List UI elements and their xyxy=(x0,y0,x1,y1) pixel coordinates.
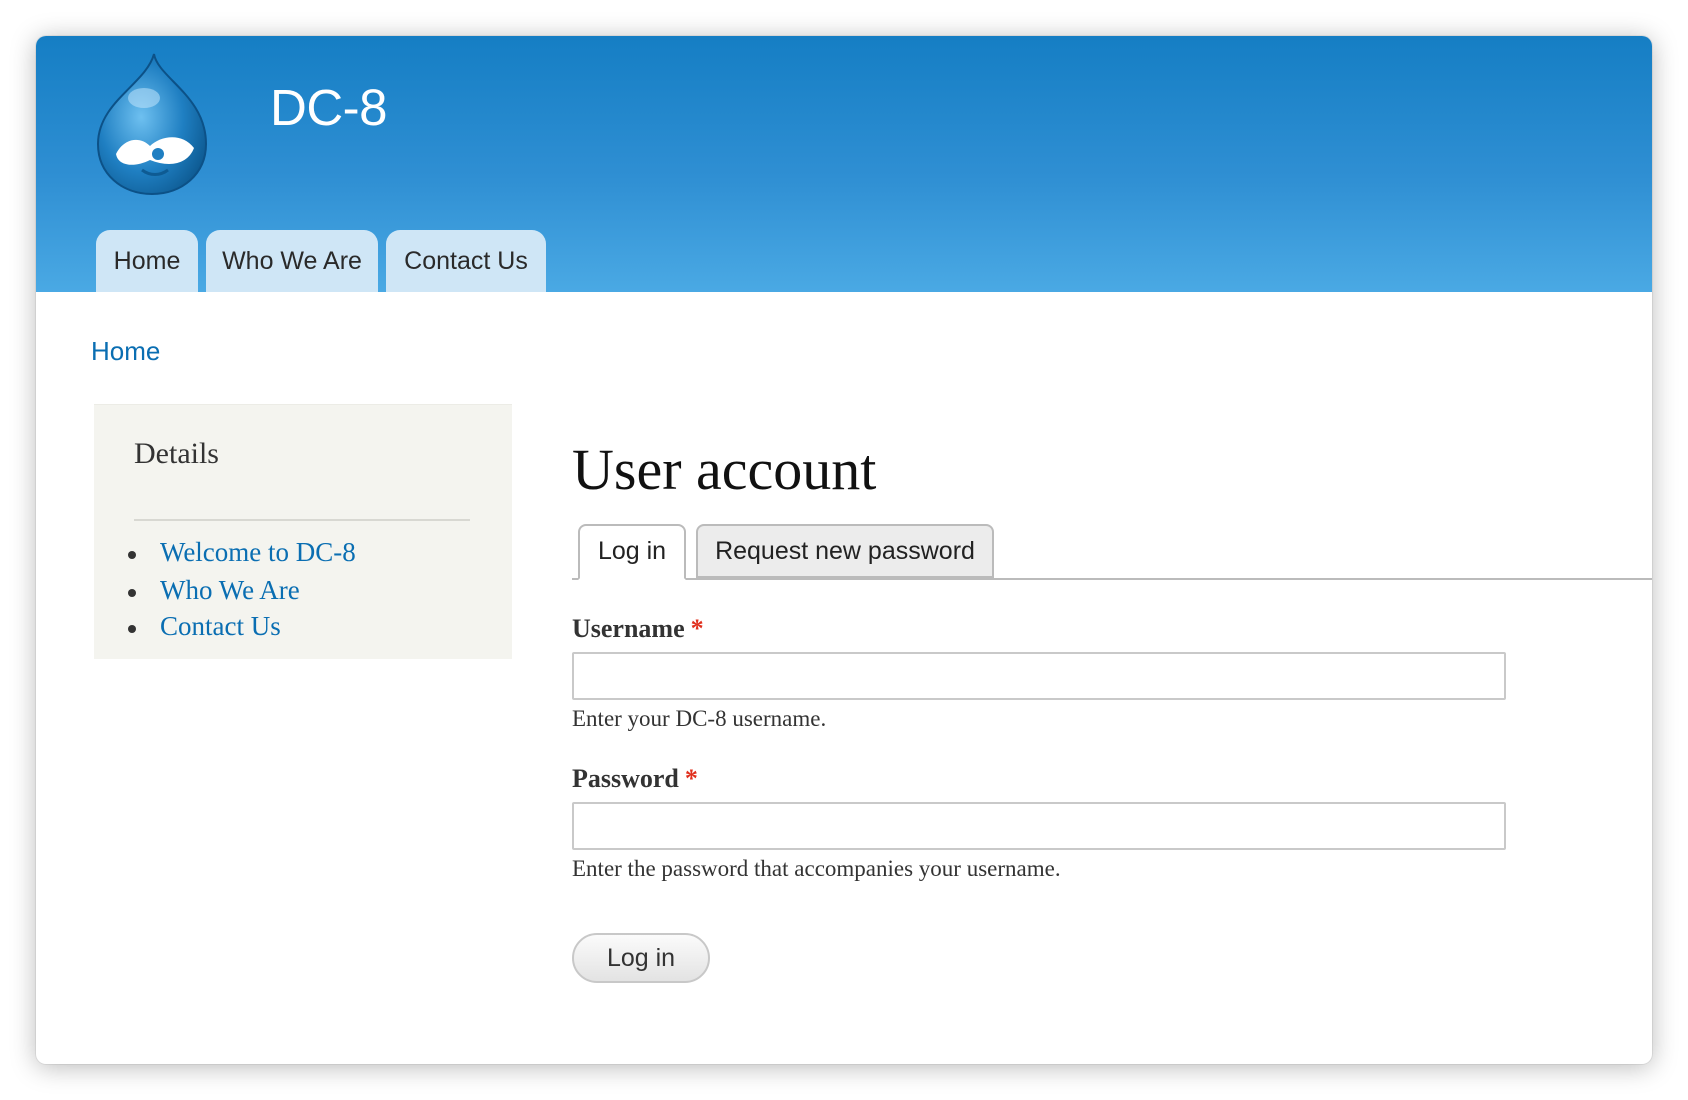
bullet-icon xyxy=(128,625,136,633)
username-help-text: Enter your DC-8 username. xyxy=(572,706,827,731)
sidebar-divider xyxy=(134,519,470,521)
sidebar-link-welcome[interactable]: Welcome to DC-8 xyxy=(160,537,356,568)
username-label-text: Username xyxy=(572,614,685,643)
required-marker: * xyxy=(684,764,698,793)
sidebar-link-contact-us[interactable]: Contact Us xyxy=(160,611,281,642)
bullet-icon xyxy=(128,589,136,597)
nav-tab-contact-us[interactable]: Contact Us xyxy=(386,230,546,292)
nav-tab-who-we-are[interactable]: Who We Are xyxy=(206,230,378,292)
tab-log-in[interactable]: Log in xyxy=(578,524,686,580)
page-title: User account xyxy=(572,437,877,502)
password-label: Password * xyxy=(572,764,698,794)
username-label: Username * xyxy=(572,614,704,644)
site-header: DC-8 Home Who We Are Contact Us xyxy=(36,36,1652,292)
tabs-underline xyxy=(572,578,1652,580)
sidebar-title: Details xyxy=(134,437,219,470)
password-help-text: Enter the password that accompanies your… xyxy=(572,856,1061,881)
required-marker: * xyxy=(690,614,704,643)
password-label-text: Password xyxy=(572,764,679,793)
sidebar-link-who-we-are[interactable]: Who We Are xyxy=(160,575,300,606)
drupal-drop-icon[interactable] xyxy=(88,50,216,198)
sidebar-details-block: Details Welcome to DC-8 Who We Are Conta… xyxy=(94,404,512,659)
nav-tab-home[interactable]: Home xyxy=(96,230,198,292)
browser-window: DC-8 Home Who We Are Contact Us Home Det… xyxy=(36,36,1652,1064)
username-input[interactable] xyxy=(572,652,1506,700)
bullet-icon xyxy=(128,551,136,559)
tab-request-new-password[interactable]: Request new password xyxy=(696,524,994,578)
password-input[interactable] xyxy=(572,802,1506,850)
log-in-submit-button[interactable]: Log in xyxy=(572,933,710,983)
breadcrumb-home-link[interactable]: Home xyxy=(91,336,160,367)
site-name[interactable]: DC-8 xyxy=(270,78,388,137)
